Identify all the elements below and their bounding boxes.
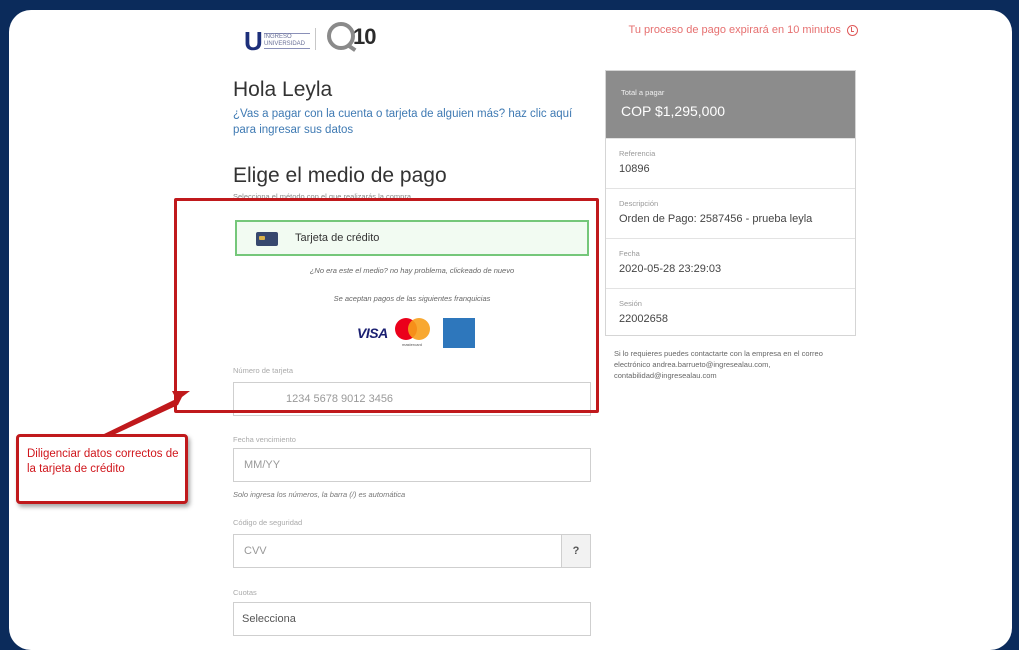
- university-logo: U INGRESO UNIVERSIDAD: [244, 26, 314, 54]
- summary-value: Orden de Pago: 2587456 - prueba leyla: [619, 213, 813, 225]
- expiry-timer: Tu proceso de pago expirará en 10 minuto…: [629, 24, 858, 36]
- payment-method-title: Elige el medio de pago: [233, 164, 447, 187]
- summary-row-date: Fecha 2020-05-28 23:29:03: [606, 238, 855, 289]
- expiry-input[interactable]: MM/YY: [233, 448, 591, 482]
- logo-divider: [315, 28, 316, 50]
- installments-value: Selecciona: [242, 613, 296, 625]
- cvv-placeholder: CVV: [244, 545, 267, 557]
- summary-label: Referencia: [619, 149, 656, 158]
- summary-row-session: Sesión 22002658: [606, 288, 855, 339]
- summary-value: 22002658: [619, 313, 668, 325]
- summary-row-description: Descripción Orden de Pago: 2587456 - pru…: [606, 188, 855, 239]
- summary-label: Descripción: [619, 199, 659, 208]
- clock-icon: [847, 25, 858, 36]
- installments-label: Cuotas: [233, 588, 257, 597]
- summary-value: 2020-05-28 23:29:03: [619, 263, 722, 275]
- total-label: Total a pagar: [621, 88, 665, 97]
- cvv-label: Código de seguridad: [233, 518, 303, 527]
- annotation-callout: Diligenciar datos correctos de la tarjet…: [16, 434, 188, 504]
- greeting-title: Hola Leyla: [233, 78, 333, 101]
- total-value: COP $1,295,000: [621, 103, 726, 119]
- cvv-help-button[interactable]: ?: [561, 535, 590, 567]
- cvv-input[interactable]: CVV ?: [233, 534, 591, 568]
- expiry-label: Fecha vencimiento: [233, 435, 296, 444]
- summary-row-reference: Referencia 10896: [606, 138, 855, 189]
- contact-info: Si lo requieres puedes contactarte con l…: [614, 349, 823, 380]
- callout-text: Diligenciar datos correctos de la tarjet…: [27, 448, 179, 475]
- summary-value: 10896: [619, 163, 650, 175]
- total-header: Total a pagar COP $1,295,000: [606, 71, 855, 138]
- q-ring: [327, 22, 355, 50]
- logo-q-text: 10: [353, 24, 377, 49]
- other-payer-link[interactable]: ¿Vas a pagar con la cuenta o tarjeta de …: [233, 106, 588, 138]
- summary-label: Sesión: [619, 299, 642, 308]
- card-fields-highlight: [174, 198, 599, 413]
- expiry-hint: Solo ingresa los números, la barra (/) e…: [233, 490, 406, 499]
- logo-u-letter: U: [244, 26, 263, 56]
- q10-logo: 10: [327, 22, 383, 62]
- installments-select[interactable]: Selecciona: [233, 602, 591, 636]
- summary-label: Fecha: [619, 249, 640, 258]
- order-summary: Total a pagar COP $1,295,000 Referencia …: [605, 70, 856, 336]
- logo-u-text: INGRESO UNIVERSIDAD: [264, 33, 310, 49]
- expiry-placeholder: MM/YY: [244, 459, 281, 471]
- timer-text: Tu proceso de pago expirará en 10 minuto…: [628, 24, 841, 36]
